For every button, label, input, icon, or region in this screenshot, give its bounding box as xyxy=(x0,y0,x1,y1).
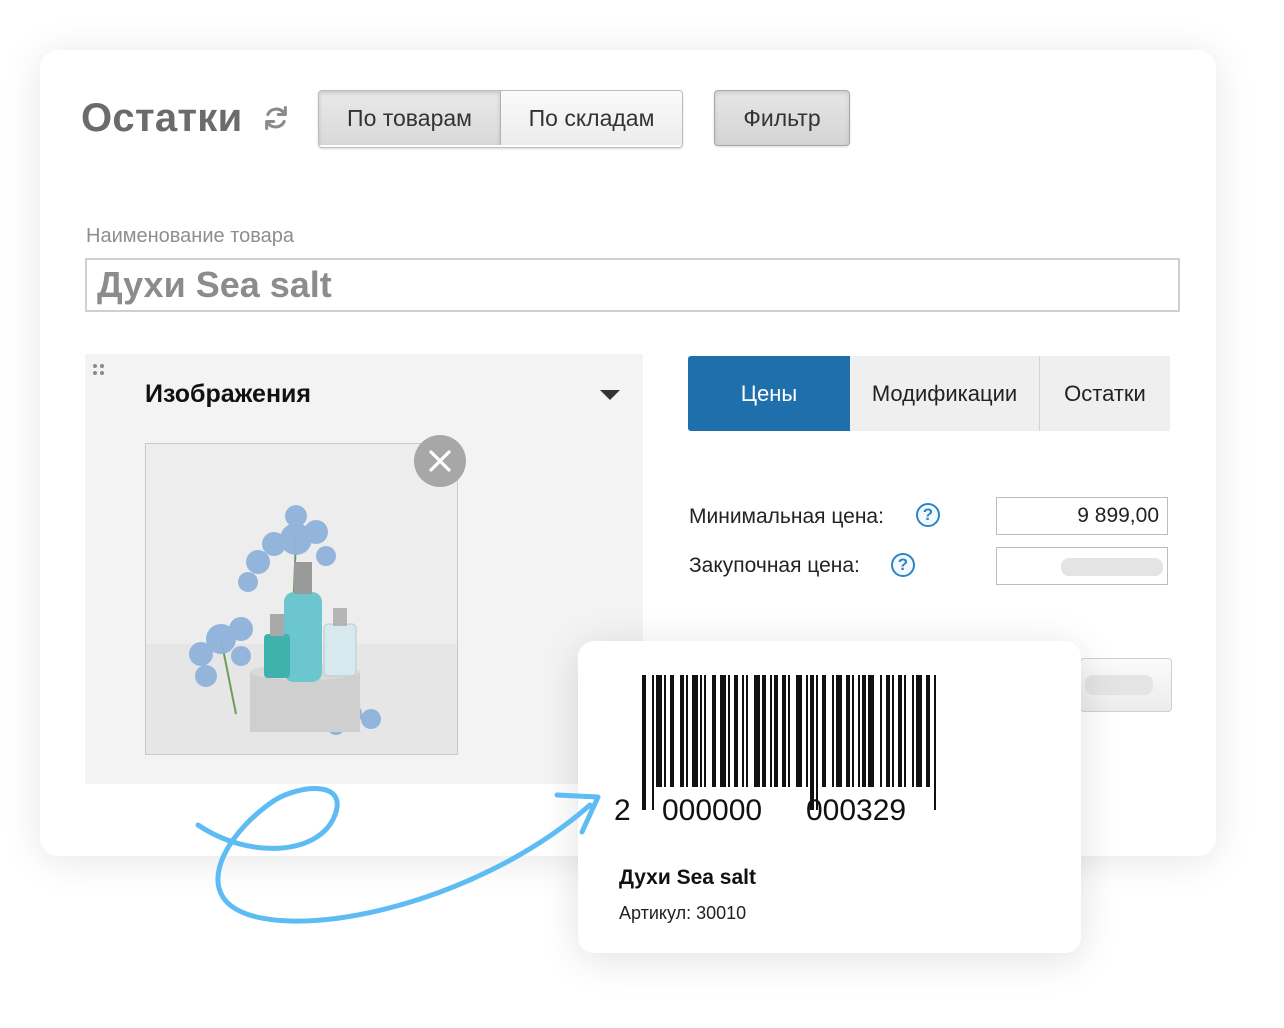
close-icon xyxy=(429,450,451,472)
barcode-bar xyxy=(774,675,778,787)
barcode-bar xyxy=(686,675,688,787)
barcode-bar xyxy=(782,675,786,787)
barcode-bar xyxy=(742,675,744,787)
min-price-label: Минимальная цена: xyxy=(689,505,884,528)
barcode-bar xyxy=(670,675,674,787)
barcode-bar xyxy=(734,675,738,787)
barcode-bar xyxy=(788,675,790,787)
barcode-bar xyxy=(656,675,662,787)
min-price-help-icon[interactable]: ? xyxy=(916,503,940,527)
product-name-label: Наименование товара xyxy=(86,225,295,247)
tab-stock[interactable]: Остатки xyxy=(1040,356,1170,431)
view-switch: По товарам По складам xyxy=(318,90,683,148)
images-panel-title: Изображения xyxy=(145,380,312,408)
purchase-price-help-icon[interactable]: ? xyxy=(891,553,915,577)
barcode-bar xyxy=(886,675,890,787)
barcode-bar xyxy=(898,675,902,787)
tab-prices[interactable]: Цены xyxy=(688,356,850,431)
barcode-bar xyxy=(664,675,666,787)
page-title: Остатки xyxy=(81,96,243,140)
barcode-bar xyxy=(880,675,882,787)
barcode-digits-last: 000329 xyxy=(806,794,907,827)
barcode-bar xyxy=(796,675,802,787)
drag-handle-icon[interactable] xyxy=(93,364,107,378)
barcode-bar xyxy=(934,675,936,810)
product-name-input[interactable]: Духи Sea salt xyxy=(85,258,1180,312)
barcode-bar xyxy=(926,675,930,787)
barcode-bar xyxy=(692,675,698,787)
by-warehouses-button[interactable]: По складам xyxy=(501,91,682,145)
remove-image-button[interactable] xyxy=(414,435,466,487)
barcode-digits-middle: 000000 xyxy=(662,794,763,827)
barcode-bar xyxy=(704,675,706,787)
barcode-bar xyxy=(822,675,826,787)
barcode-bar xyxy=(836,675,842,787)
barcode-bar xyxy=(728,675,730,787)
product-image xyxy=(145,443,458,755)
barcode-bar xyxy=(832,675,834,787)
value-placeholder xyxy=(1061,558,1163,576)
purchase-price-label: Закупочная цена: xyxy=(689,554,860,577)
barcode-bar xyxy=(916,675,922,787)
chevron-down-icon[interactable] xyxy=(600,390,620,400)
purchase-price-input[interactable] xyxy=(996,547,1168,585)
refresh-icon[interactable] xyxy=(262,104,290,132)
barcode-bar xyxy=(912,675,914,787)
barcode-bar xyxy=(680,675,684,787)
by-products-button[interactable]: По товарам xyxy=(319,91,501,145)
barcode-bar xyxy=(806,675,808,787)
barcode-bar xyxy=(712,675,716,787)
label-product-name: Духи Sea salt xyxy=(619,866,756,889)
barcode-bar xyxy=(858,675,860,787)
barcode-bar xyxy=(770,675,772,787)
button-placeholder xyxy=(1085,675,1153,695)
barcode xyxy=(642,675,936,810)
barcode-bar xyxy=(652,675,654,810)
barcode-digit-first: 2 xyxy=(614,794,631,827)
detail-tabs: Цены Модификации Остатки xyxy=(688,356,1170,431)
barcode-bar xyxy=(754,675,760,787)
action-button[interactable] xyxy=(1080,658,1172,712)
min-price-input[interactable]: 9 899,00 xyxy=(996,497,1168,535)
barcode-bar xyxy=(746,675,748,787)
barcode-bar xyxy=(642,675,646,810)
barcode-bar xyxy=(904,675,906,787)
label-article: Артикул: 30010 xyxy=(619,903,747,923)
barcode-bar xyxy=(720,675,726,787)
filter-button[interactable]: Фильтр xyxy=(714,90,850,146)
barcode-bar xyxy=(810,675,814,810)
tab-modifications[interactable]: Модификации xyxy=(850,356,1040,431)
barcode-bar xyxy=(892,675,894,787)
barcode-bar xyxy=(762,675,766,787)
barcode-bar xyxy=(846,675,850,787)
barcode-bar xyxy=(868,675,874,787)
barcode-bar xyxy=(816,675,818,810)
barcode-bar xyxy=(862,675,866,787)
barcode-bar xyxy=(852,675,854,787)
barcode-bar xyxy=(700,675,702,787)
